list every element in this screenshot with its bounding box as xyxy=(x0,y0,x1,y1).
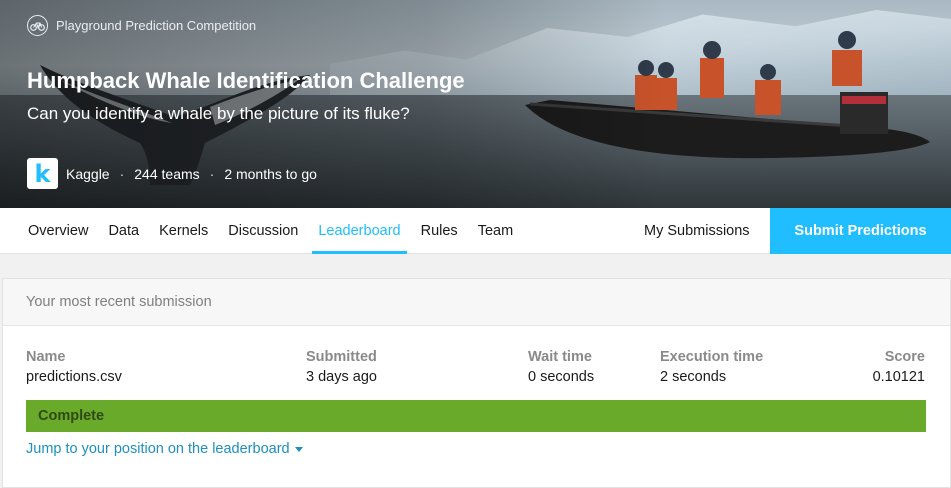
competition-type: Playground Prediction Competition xyxy=(27,15,256,36)
tab-data[interactable]: Data xyxy=(98,208,149,254)
tab-team[interactable]: Team xyxy=(468,208,523,254)
execution-time-label: Execution time xyxy=(660,349,764,365)
tab-overview[interactable]: Overview xyxy=(18,208,98,254)
submitted-column: Submitted 3 days ago xyxy=(306,349,377,385)
my-submissions-link[interactable]: My Submissions xyxy=(644,208,750,254)
competition-type-label: Playground Prediction Competition xyxy=(56,18,257,33)
separator-dot: · xyxy=(209,165,215,182)
competition-meta: k Kaggle · 244 teams · 2 months to go xyxy=(27,158,317,189)
submitted-label: Submitted xyxy=(306,349,377,365)
score-value: 0.10121 xyxy=(872,369,925,385)
wait-time-label: Wait time xyxy=(528,349,592,365)
status-badge: Complete xyxy=(26,400,926,432)
recent-submission-card: Your most recent submission Name predict… xyxy=(2,278,951,488)
score-column: Score 0.10121 xyxy=(873,349,925,385)
tab-rules[interactable]: Rules xyxy=(411,208,468,254)
nav-tabs: Overview Data Kernels Discussion Leaderb… xyxy=(18,208,523,254)
team-count[interactable]: 244 teams xyxy=(134,166,199,182)
separator-dot: · xyxy=(119,165,125,182)
chevron-down-icon[interactable] xyxy=(294,446,303,452)
submit-predictions-button[interactable]: Submit Predictions xyxy=(770,208,951,254)
tab-leaderboard[interactable]: Leaderboard xyxy=(308,208,410,254)
competition-header: Playground Prediction Competition Humpba… xyxy=(0,0,951,208)
competition-title: Humpback Whale Identification Challenge xyxy=(27,68,465,93)
wait-time-column: Wait time 0 seconds xyxy=(528,349,594,385)
wait-time-value: 0 seconds xyxy=(528,369,595,385)
host-name[interactable]: Kaggle xyxy=(66,166,110,182)
tab-discussion[interactable]: Discussion xyxy=(218,208,308,254)
name-label: Name xyxy=(26,349,66,365)
tab-kernels[interactable]: Kernels xyxy=(149,208,218,254)
jump-to-leaderboard-link[interactable]: Jump to your position on the leaderboard xyxy=(26,441,303,457)
jump-link-label[interactable]: Jump to your position on the leaderboard xyxy=(26,441,290,457)
deadline: 2 months to go xyxy=(224,165,317,182)
submitted-value: 3 days ago xyxy=(306,369,377,385)
submission-file-name: predictions.csv xyxy=(26,369,122,385)
kaggle-logo-icon[interactable]: k xyxy=(27,158,58,189)
competition-subtitle: Can you identify a whale by the picture … xyxy=(27,104,410,123)
recent-submission-heading: Your most recent submission xyxy=(3,279,950,326)
execution-time-column: Execution time 2 seconds xyxy=(660,349,763,385)
bicycle-icon xyxy=(27,15,48,36)
score-label: Score xyxy=(884,349,925,365)
submission-name-column: Name predictions.csv xyxy=(26,349,122,385)
competition-nav: Overview Data Kernels Discussion Leaderb… xyxy=(0,208,951,254)
execution-time-value: 2 seconds xyxy=(660,369,727,385)
